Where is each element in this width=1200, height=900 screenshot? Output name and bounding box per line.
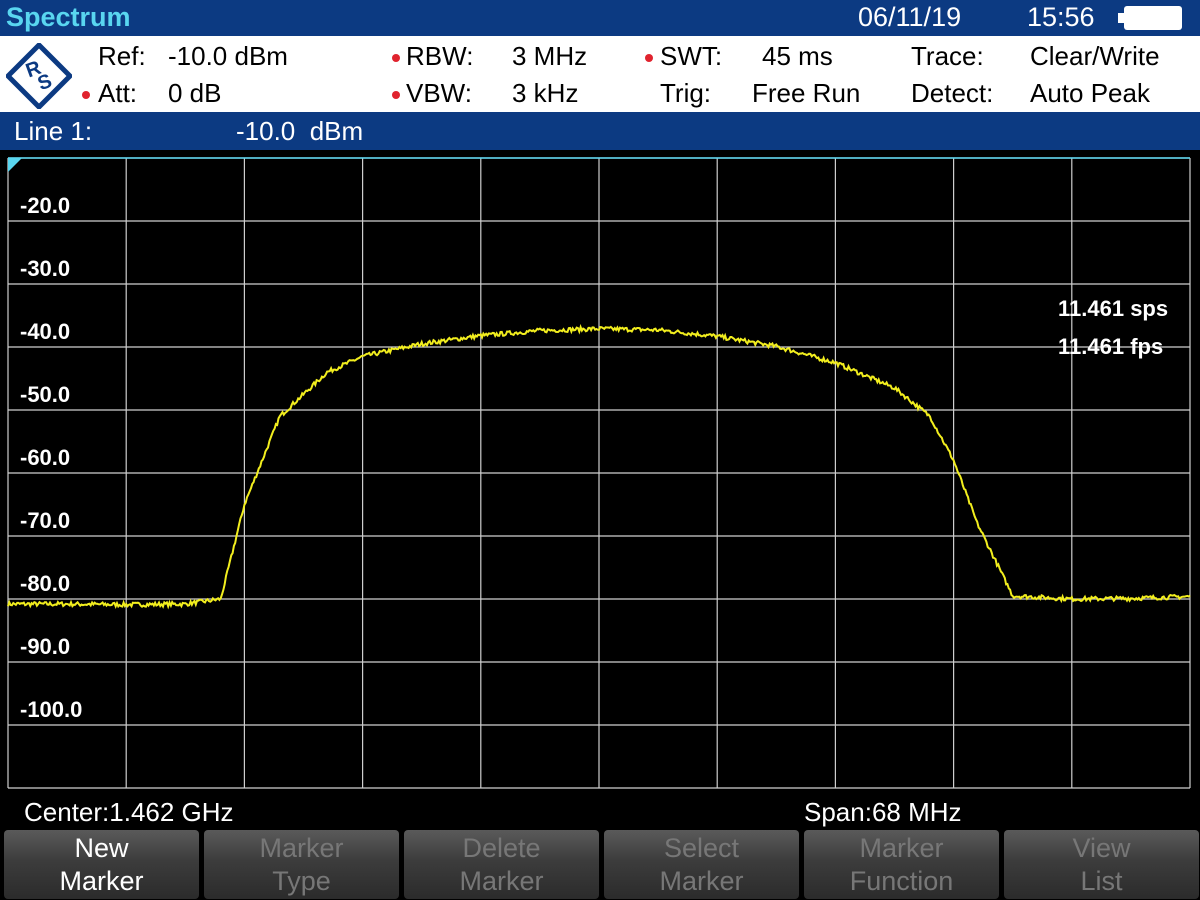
trace-value[interactable]: Clear/Write xyxy=(1030,41,1160,72)
trig-value[interactable]: Free Run xyxy=(752,78,860,109)
sweep-rate-fps: 11.461 fps xyxy=(1058,334,1164,359)
softkey-label-line1: Select xyxy=(663,833,740,863)
detect-label: Detect: xyxy=(911,78,994,108)
vbw-marker-dot xyxy=(392,91,400,99)
rbw-label: RBW: xyxy=(406,41,474,71)
y-axis-label: -40.0 xyxy=(18,319,73,345)
trace-label: Trace: xyxy=(911,41,984,71)
swt-value[interactable]: 45 ms xyxy=(762,41,833,72)
detect-value[interactable]: Auto Peak xyxy=(1030,78,1150,109)
softkey-label-line2: Function xyxy=(849,866,954,896)
sweep-rate-sps: 11.461 sps xyxy=(1058,296,1169,321)
softkey-label-line1: Delete xyxy=(462,833,541,863)
spectrum-analyzer-screen: Spectrum 06/11/19 15:56 R S Ref: -10.0 d… xyxy=(0,0,1200,900)
trig-label: Trig: xyxy=(660,78,712,108)
y-axis-label: -30.0 xyxy=(18,256,73,282)
softkey-label-line1: Marker xyxy=(259,833,344,863)
span-value[interactable]: Span:68 MHz xyxy=(804,797,962,828)
y-axis-label: -80.0 xyxy=(18,571,73,597)
y-axis-label: -70.0 xyxy=(18,508,73,534)
status-bar: Center:1.462 GHz Span:68 MHz xyxy=(0,795,1200,829)
softkey-label-line2: Marker xyxy=(659,866,744,896)
softkey-bar: New Marker Marker Type Delete Marker Sel… xyxy=(0,829,1200,900)
view-list-button[interactable]: View List xyxy=(1004,830,1199,899)
reference-marker-icon xyxy=(8,158,22,172)
softkey-label-line2: List xyxy=(1080,866,1123,896)
att-marker-dot xyxy=(82,91,90,99)
softkey-label-line2: Marker xyxy=(459,866,544,896)
delete-marker-button[interactable]: Delete Marker xyxy=(404,830,599,899)
vbw-label: VBW: xyxy=(406,78,472,108)
ref-value[interactable]: -10.0 dBm xyxy=(168,41,288,72)
y-axis-label: -100.0 xyxy=(18,697,85,723)
title-bar: Spectrum 06/11/19 15:56 xyxy=(0,0,1200,36)
y-axis-label: -90.0 xyxy=(18,634,73,660)
center-frequency[interactable]: Center:1.462 GHz xyxy=(24,797,234,828)
new-marker-button[interactable]: New Marker xyxy=(4,830,199,899)
y-axis-label: -20.0 xyxy=(18,193,73,219)
swt-marker-dot xyxy=(645,54,653,62)
date-display: 06/11/19 xyxy=(858,2,962,32)
battery-icon xyxy=(1124,6,1182,30)
swt-label: SWT: xyxy=(660,41,723,71)
spectrum-plot[interactable]: -20.0 -30.0 -40.0 -50.0 -60.0 -70.0 -80.0 -90.0… xyxy=(0,150,1200,795)
softkey-label-line2: Marker xyxy=(59,866,144,896)
svg-text:S: S xyxy=(35,70,55,95)
mode-title: Spectrum xyxy=(6,2,131,32)
rbw-marker-dot xyxy=(392,54,400,62)
rbw-value[interactable]: 3 MHz xyxy=(512,41,587,72)
y-axis-label: -50.0 xyxy=(18,382,73,408)
limit-line-bar: Line 1: -10.0 dBm xyxy=(0,112,1200,150)
att-label: Att: xyxy=(98,78,138,108)
settings-panel: R S Ref: -10.0 dBm Att: 0 dB RBW: 3 MHz … xyxy=(0,36,1200,112)
softkey-label-line1: View xyxy=(1072,833,1131,863)
y-axis-label: -60.0 xyxy=(18,445,73,471)
line-value[interactable]: -10.0 dBm xyxy=(236,116,363,147)
ref-label: Ref: xyxy=(98,41,146,71)
softkey-label-line1: Marker xyxy=(859,833,944,863)
spectrum-chart[interactable] xyxy=(0,150,1200,795)
vbw-value[interactable]: 3 kHz xyxy=(512,78,578,109)
select-marker-button[interactable]: Select Marker xyxy=(604,830,799,899)
rs-logo-icon: R S xyxy=(6,43,72,109)
marker-type-button[interactable]: Marker Type xyxy=(204,830,399,899)
marker-function-button[interactable]: Marker Function xyxy=(804,830,999,899)
line-label: Line 1: xyxy=(14,116,93,146)
softkey-label-line1: New xyxy=(74,833,129,863)
time-display: 15:56 xyxy=(1027,2,1095,32)
att-value[interactable]: 0 dB xyxy=(168,78,222,109)
softkey-label-line2: Type xyxy=(272,866,331,896)
